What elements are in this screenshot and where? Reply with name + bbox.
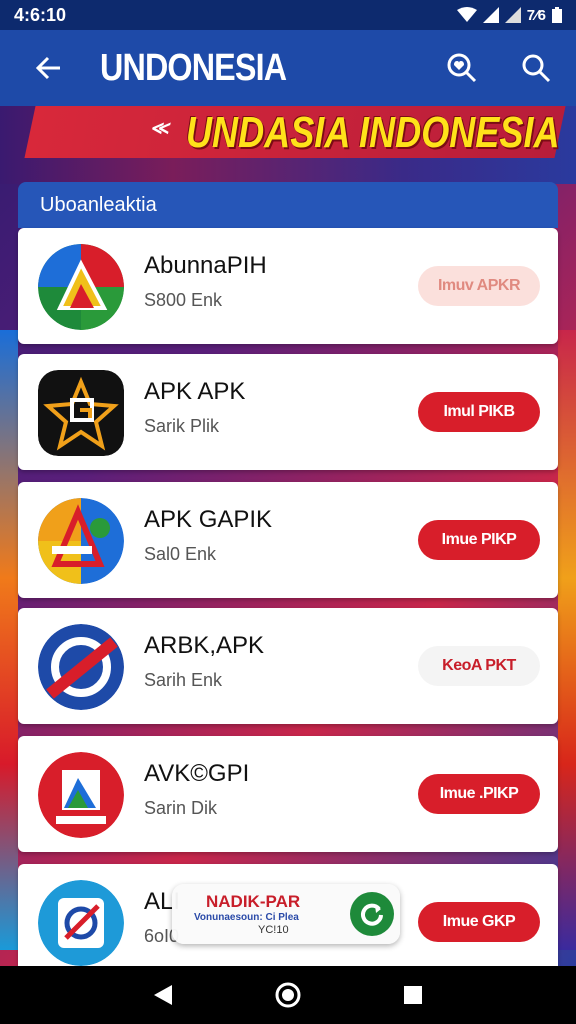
app-bar-actions [444,50,554,86]
app-size: Sal0 Enk [144,544,217,564]
download-button[interactable]: Imue .PIKP [418,774,540,814]
app-bar: UNDONESIA [0,30,576,106]
circle-home-icon [275,982,301,1008]
app-name: APK APK [144,378,246,405]
download-button[interactable]: Imue GKP [418,902,540,942]
download-button[interactable]: Imue PIKP [418,520,540,560]
square-recents-icon [404,986,423,1004]
triangle-logo-icon [38,244,124,330]
app-name: ARBK,APK [144,632,265,659]
arrow-left-icon [35,56,60,80]
app-name: APK GAPIK [144,506,273,533]
refresh-icon [361,903,383,926]
app-card[interactable]: APK GAPIK Sal0 Enk Imue PIKP [18,482,558,598]
back-button[interactable] [30,50,66,86]
nav-home-button[interactable] [266,973,310,1017]
download-button[interactable]: Imul PIKB [418,392,540,432]
app-card[interactable]: AVK©GPI Sarin Dik Imue .PIKP [18,736,558,852]
triangle-back-icon [153,985,172,1005]
list-header: Uboanleaktia [18,182,558,228]
app-size: Sarik Plik [144,416,220,436]
wifi-icon [456,7,477,22]
system-nav-bar [0,966,576,1024]
app-name: AbunnaPIH [144,252,267,279]
banner-mark: ≪ [150,118,169,138]
no-sign-logo-icon [38,624,124,710]
discover-button[interactable] [444,50,480,86]
search-heart-icon [447,53,477,83]
app-size: Sarin Dik [144,798,218,818]
banner-title: UNDASIA INDONESIA [186,108,560,157]
download-button[interactable]: KeoA PKT [418,646,540,686]
toast-message: Vonunaesoun: Ci Plea [194,912,299,923]
right-decoration [558,330,576,950]
battery-text: 7⁄6 [526,6,546,24]
promo-banner: ≪ UNDASIA INDONESIA [0,106,576,184]
app-card[interactable]: ARBK,APK Sarih Enk KeoA PKT [18,608,558,724]
app-icon [38,498,124,584]
app-size: S800 Enk [144,290,223,310]
toast-detail: YC!10 [258,924,289,936]
status-bar: 4:6:10 7⁄6 [0,0,576,30]
app-name: AVK©GPI [144,760,250,787]
left-decoration [0,330,18,950]
app-icon [38,370,124,456]
signal-icon [482,7,499,23]
app-card[interactable]: AbunnaPIH S800 Enk Imuv APKR [18,228,558,344]
download-toast[interactable]: NADIK-PAR Vonunaesoun: Ci Plea YC!10 [172,884,400,944]
square-logo-icon [38,752,124,838]
nav-recents-button[interactable] [391,973,435,1017]
status-time: 4:6:10 [14,4,67,25]
app-icon [38,244,124,330]
nav-back-button[interactable] [141,973,185,1017]
status-icons: 7⁄6 [456,6,562,24]
star-logo-icon [38,370,124,456]
app-icon [38,624,124,710]
globe-triangle-icon [38,498,124,584]
search-icon [522,54,551,83]
app-icon [38,752,124,838]
toast-title: NADIK-PAR [206,892,301,911]
app-icon [38,880,124,966]
app-card[interactable]: APK APK Sarik Plik Imul PIKB [18,354,558,470]
download-button[interactable]: Imuv APKR [418,266,540,306]
toast-action-button[interactable] [350,892,394,936]
signal-icon-2 [504,7,521,23]
app-size: Sarih Enk [144,670,223,690]
battery-icon [552,7,562,23]
page-title: UNDONESIA [100,46,287,89]
search-button[interactable] [518,50,554,86]
tablet-logo-icon [38,880,124,966]
